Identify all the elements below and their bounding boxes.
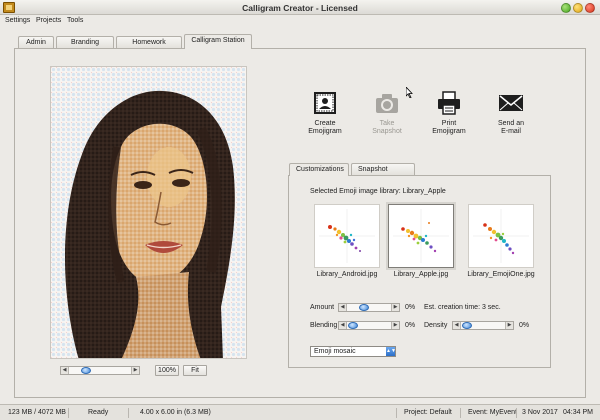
blending-label: Blending [310,322,338,329]
envelope-icon [499,95,523,111]
take-snapshot-label-1: Take [379,120,395,127]
window-title: Calligram Creator - Licensed [242,3,358,13]
create-emojigram-button[interactable]: Create Emojigram [297,90,353,136]
library-thumbnail[interactable] [388,204,454,268]
library-emojione-preview [473,209,529,263]
tab-admin[interactable]: Admin [18,36,54,48]
tab-homework-studio[interactable]: Homework Studio [116,36,182,57]
zoom-right-arrow-icon[interactable]: ▶ [131,367,139,374]
print-emojigram-button[interactable]: Print Emojigram [421,90,477,136]
zoom-left-arrow-icon[interactable]: ◀ [61,367,69,374]
density-right-arrow-icon[interactable]: ▶ [505,322,513,329]
event-name: Event: MyEvent [468,409,518,416]
printer-icon [438,91,460,115]
zoom-level-display: 100% [155,365,179,376]
tab-customizations[interactable]: Customizations [289,163,349,176]
library-android-preview [319,209,375,263]
emojigram-icon [314,92,336,114]
take-snapshot-label-2: Snapshot [372,128,402,135]
send-email-label-2: E-mail [501,128,521,135]
title-bar: Calligram Creator - Licensed [0,0,600,15]
mouse-cursor-icon [406,87,413,98]
maximize-button[interactable] [573,3,583,13]
status-divider [460,408,461,418]
mosaic-mode-value: Emoji mosaic [314,348,356,355]
blending-left-arrow-icon[interactable]: ◀ [339,322,347,329]
density-slider-thumb[interactable] [462,322,472,329]
library-android-caption: Library_Android.jpg [316,271,378,278]
tab-branding-studio[interactable]: Branding Studio [56,36,114,57]
tab-calligram-station[interactable]: Calligram Station [184,34,252,49]
status-divider [68,408,69,418]
emojigram-preview-image [50,66,247,359]
density-value: 0% [519,322,530,329]
menu-projects[interactable]: Projects [36,17,61,24]
project-name: Project: Default [404,409,452,416]
blending-value: 0% [405,322,416,329]
amount-label: Amount [310,304,335,311]
library-thumbnail[interactable] [468,204,534,268]
density-left-arrow-icon[interactable]: ◀ [453,322,461,329]
status-date: 3 Nov 2017 [522,409,558,416]
library-apple-preview [393,209,449,263]
chevron-down-icon[interactable]: ▲▼ [386,347,396,356]
status-divider [128,408,129,418]
print-emojigram-label-1: Print [441,120,457,127]
library-thumbnail[interactable] [314,204,380,268]
memory-usage: 123 MB / 4072 MB [8,409,66,416]
library-apple-caption: Library_Apple.jpg [393,271,449,278]
blending-right-arrow-icon[interactable]: ▶ [391,322,399,329]
close-button[interactable] [585,3,595,13]
camera-icon [376,94,398,113]
menu-tools[interactable]: Tools [67,17,83,24]
amount-slider-thumb[interactable] [359,304,369,311]
blending-slider[interactable]: ◀ ▶ [338,321,400,330]
amount-value: 0% [405,304,416,311]
mosaic-mode-select[interactable]: Emoji mosaic ▲▼ [310,346,396,357]
status-time: 04:34 PM [563,409,593,416]
density-label: Density [424,322,448,329]
blending-slider-thumb[interactable] [348,322,358,329]
selected-library-label: Selected Emoji image library: Library_Ap… [310,188,446,195]
create-emojigram-label-1: Create [314,120,336,127]
tab-snapshot-queue[interactable]: Snapshot queue [351,163,415,184]
amount-left-arrow-icon[interactable]: ◀ [339,304,347,311]
zoom-slider[interactable]: ◀ ▶ [60,366,140,375]
menu-settings[interactable]: Settings [5,17,30,24]
fit-button[interactable]: Fit [183,365,207,376]
library-emojione-caption: Library_EmojiOne.jpg [467,271,535,278]
send-email-button[interactable]: Send an E-mail [483,90,539,136]
density-slider[interactable]: ◀ ▶ [452,321,514,330]
status-divider [396,408,397,418]
zoom-slider-thumb[interactable] [81,367,91,374]
amount-right-arrow-icon[interactable]: ▶ [391,304,399,311]
status-bar: 123 MB / 4072 MB Ready 4.00 x 6.00 in (6… [0,404,600,420]
minimize-button[interactable] [561,3,571,13]
estimated-creation-time: Est. creation time: 3 sec. [424,304,501,311]
menu-bar: Settings Projects Tools [0,15,600,27]
send-email-label-1: Send an [497,120,525,127]
print-emojigram-label-2: Emojigram [432,128,466,135]
status-divider [516,408,517,418]
create-emojigram-label-2: Emojigram [308,128,342,135]
amount-slider[interactable]: ◀ ▶ [338,303,400,312]
image-size: 4.00 x 6.00 in (6.3 MB) [140,409,211,416]
status-state: Ready [88,409,109,416]
